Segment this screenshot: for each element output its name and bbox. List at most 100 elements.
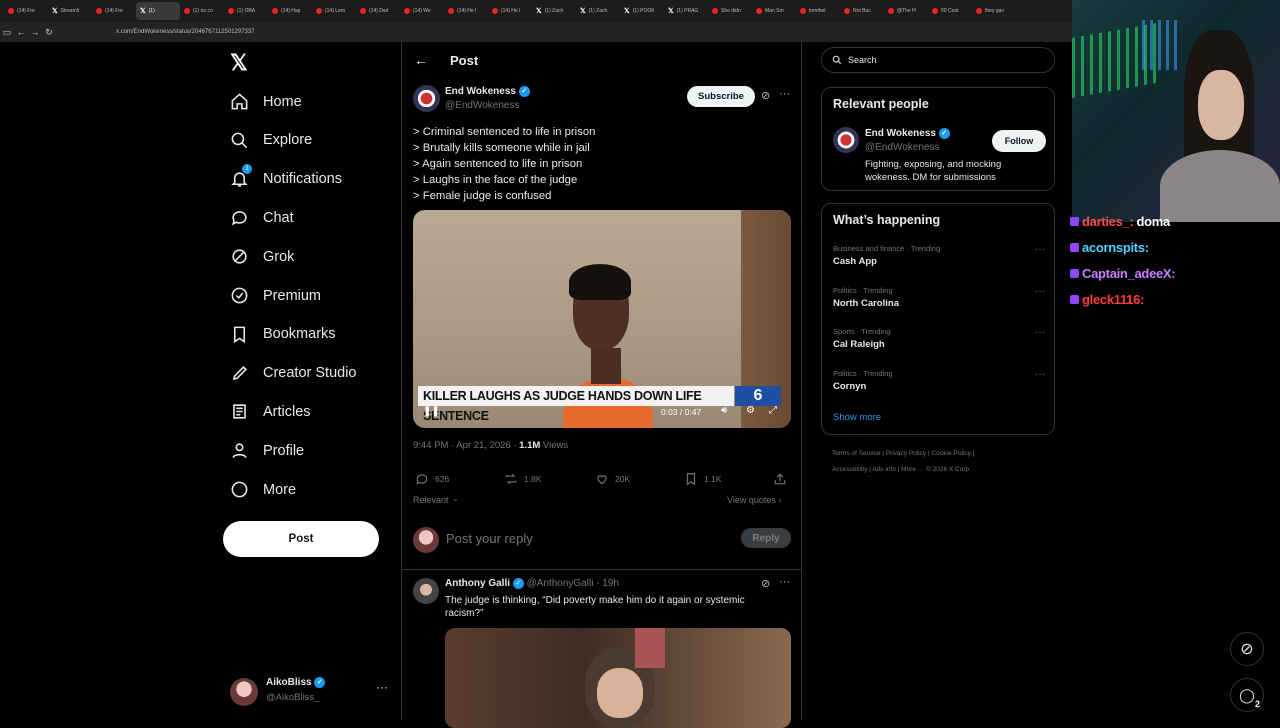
footer-links-2[interactable]: Accessibility | Ads info | More ··· © 20… xyxy=(832,466,971,473)
repost-stat[interactable]: 1.8K xyxy=(504,472,542,486)
grok-floating-icon[interactable]: ⊘ xyxy=(1230,632,1264,666)
nav-item-explore[interactable]: Explore xyxy=(230,131,312,150)
back-arrow-icon[interactable]: ← xyxy=(414,52,428,68)
browser-tab[interactable]: 𝕏 (1) Zach xyxy=(576,2,620,20)
footer-links[interactable]: Terms of Service | Privacy Policy | Cook… xyxy=(832,450,974,457)
browser-tab[interactable]: Not Buc xyxy=(840,2,884,20)
browser-tab[interactable]: (14) We xyxy=(400,2,444,20)
reply-author-handle[interactable]: @AnthonyGalli · 19h xyxy=(527,578,619,589)
browser-tab[interactable]: She didn xyxy=(708,2,752,20)
person-name[interactable]: End Wokeness xyxy=(865,128,936,139)
browser-tab[interactable]: they gav xyxy=(972,2,1016,20)
settings-icon[interactable]: ⚙ xyxy=(746,405,755,416)
trend-more-icon[interactable]: ··· xyxy=(1035,244,1045,255)
account-switcher[interactable]: AikoBliss ✓ @AikoBliss_ ··· xyxy=(230,674,390,710)
reply-more-icon[interactable]: ··· xyxy=(779,576,790,588)
author-avatar[interactable] xyxy=(413,85,440,112)
browser-tab[interactable]: 𝕏 (1) Zach xyxy=(532,2,576,20)
grok-icon[interactable]: ⊘ xyxy=(761,89,770,102)
bookmark-stat[interactable]: 1.1K xyxy=(684,472,722,486)
chevron-down-icon[interactable]: ⌄ xyxy=(452,494,459,503)
reply-author-avatar[interactable] xyxy=(413,578,439,604)
browser-tab[interactable]: (1) OBA xyxy=(224,2,268,20)
sidebar-toggle-icon[interactable]: ▭ xyxy=(0,27,14,38)
show-more-link[interactable]: Show more xyxy=(833,412,881,423)
browser-tab[interactable]: (14) Hap xyxy=(268,2,312,20)
browser-tab[interactable]: @The H xyxy=(884,2,928,20)
webcam-overlay xyxy=(1072,0,1280,222)
browser-tab[interactable]: (14) He I xyxy=(444,2,488,20)
nav-item-bookmarks[interactable]: Bookmarks xyxy=(230,325,336,344)
trend-item[interactable]: Politics · Trending North Carolina ··· xyxy=(833,286,1045,309)
back-icon[interactable]: ← xyxy=(14,27,28,37)
browser-tab[interactable]: 𝕏 (1) PRAG xyxy=(664,2,708,20)
trend-name: Cornyn xyxy=(833,380,867,392)
relevant-people-panel: Relevant people End Wokeness ✓ @EndWoken… xyxy=(821,87,1055,191)
fullscreen-icon[interactable]: ⤢ xyxy=(769,405,777,416)
stream-chat-overlay: darties_: doma acornspits: Captain_adeeX: gl… xyxy=(1068,214,1280,332)
nav-item-grok[interactable]: Grok xyxy=(230,247,294,266)
browser-tab[interactable]: (14) Dad xyxy=(356,2,400,20)
nav-item-articles[interactable]: Articles xyxy=(230,402,311,421)
trend-more-icon[interactable]: ··· xyxy=(1035,369,1045,380)
tab-favicon-icon xyxy=(448,8,454,14)
view-quotes-link[interactable]: View quotes › xyxy=(727,495,781,505)
video-chyron: KILLER LAUGHS AS JUDGE HANDS DOWN LIFE S… xyxy=(418,386,734,423)
nav-item-profile[interactable]: Profile xyxy=(230,441,304,460)
browser-tab[interactable]: (14) Fre xyxy=(92,2,136,20)
messages-floating-icon[interactable]: ◯ 2 xyxy=(1230,678,1264,712)
pause-icon[interactable]: ❚❚ xyxy=(423,406,440,417)
post-button[interactable]: Post xyxy=(223,521,379,557)
search-box[interactable]: Search xyxy=(821,47,1055,73)
browser-tab[interactable]: 𝕏 Streamli xyxy=(48,2,92,20)
trend-item[interactable]: Politics · Trending Cornyn ··· xyxy=(833,369,1045,392)
reply-input[interactable]: Post your reply xyxy=(446,531,533,546)
person-handle[interactable]: @EndWokeness xyxy=(865,142,939,153)
browser-tab[interactable]: Man Sm xyxy=(752,2,796,20)
reply-media[interactable] xyxy=(445,628,791,728)
tab-favicon-icon xyxy=(184,8,190,14)
like-stat[interactable]: 20K xyxy=(595,472,630,486)
browser-tab[interactable]: tomthet xyxy=(796,2,840,20)
trend-more-icon[interactable]: ··· xyxy=(1035,327,1045,338)
trend-more-icon[interactable]: ··· xyxy=(1035,286,1045,297)
relevant-dropdown[interactable]: Relevant xyxy=(413,495,449,505)
author-name[interactable]: End Wokeness xyxy=(445,86,516,97)
author-handle[interactable]: @EndWokeness xyxy=(445,100,519,111)
nav-item-notifications[interactable]: 1 Notifications xyxy=(230,163,342,189)
post-more-icon[interactable]: ··· xyxy=(779,88,790,100)
search-input[interactable]: Search xyxy=(848,55,877,65)
reply-stat[interactable]: 626 xyxy=(415,472,449,486)
reply-button[interactable]: Reply xyxy=(741,528,791,548)
person-avatar[interactable] xyxy=(833,127,859,153)
browser-tab[interactable]: 50 Cent xyxy=(928,2,972,20)
tab-label: (14) Fre xyxy=(17,8,35,14)
nav-item-creator-studio[interactable]: Creator Studio xyxy=(230,364,357,383)
reply-tweet[interactable]: Anthony Galli ✓ @AnthonyGalli · 19h ⊘ ··… xyxy=(402,570,801,728)
nav-item-home[interactable]: Home xyxy=(230,92,302,111)
follow-button[interactable]: Follow xyxy=(992,130,1046,152)
nav-item-chat[interactable]: Chat xyxy=(230,208,294,227)
nav-item-more[interactable]: More xyxy=(230,480,296,499)
reply-author-name[interactable]: Anthony Galli xyxy=(445,578,510,589)
trend-item[interactable]: Sports · Trending Cal Raleigh ··· xyxy=(833,327,1045,350)
x-logo-icon[interactable]: 𝕏 xyxy=(230,50,248,76)
grok-icon[interactable]: ⊘ xyxy=(761,577,770,590)
browser-tab[interactable]: (14) Lem xyxy=(312,2,356,20)
trend-item[interactable]: Business and finance · Trending Cash App ·… xyxy=(833,244,1045,267)
browser-tab[interactable]: (14) Fre xyxy=(4,2,48,20)
forward-icon[interactable]: → xyxy=(28,27,42,37)
reload-icon[interactable]: ↻ xyxy=(42,27,56,38)
browser-tab[interactable]: 𝕏 (1) xyxy=(136,2,180,20)
volume-icon[interactable]: 🔊︎ xyxy=(721,405,727,416)
browser-tab[interactable]: (1) no co xyxy=(180,2,224,20)
video-player[interactable]: KILLER LAUGHS AS JUDGE HANDS DOWN LIFE S… xyxy=(413,210,791,428)
browser-tab[interactable]: 𝕏 (1) POOK xyxy=(620,2,664,20)
account-more-icon[interactable]: ··· xyxy=(376,680,388,694)
share-stat[interactable] xyxy=(773,472,787,486)
subscribe-button[interactable]: Subscribe xyxy=(687,86,755,107)
url-text[interactable]: x.com/EndWokeness/status/204676711250129… xyxy=(116,29,255,35)
search-icon xyxy=(832,55,842,65)
nav-item-premium[interactable]: Premium xyxy=(230,286,321,305)
browser-tab[interactable]: (14) He I xyxy=(488,2,532,20)
